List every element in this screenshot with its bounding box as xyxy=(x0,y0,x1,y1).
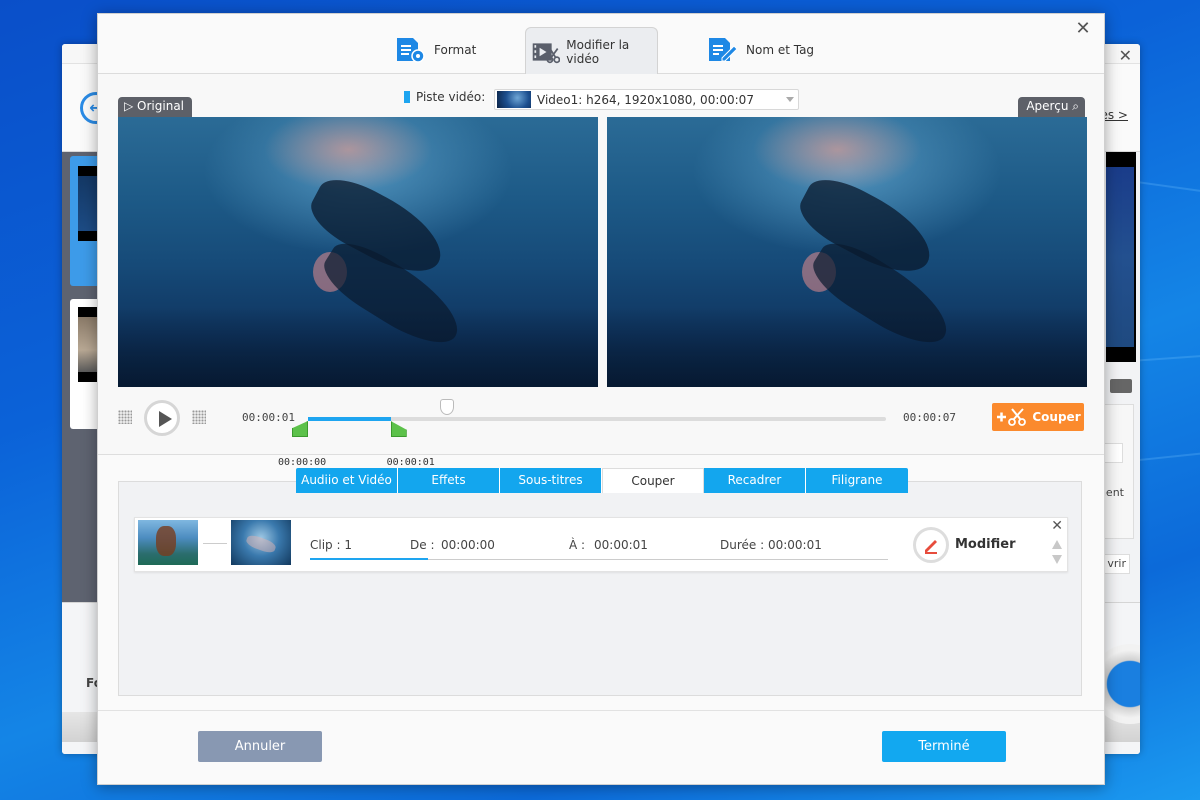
video-track-label: Piste vidéo: xyxy=(404,90,485,104)
clip-number: Clip : 1 xyxy=(310,538,352,552)
cut-button[interactable]: Couper xyxy=(992,403,1084,431)
tab-modifier-video-label: Modifier la vidéo xyxy=(566,37,630,66)
video-edit-dialog: ✕ Format Modifier la vidéo Nom et Tag ▷ … xyxy=(97,13,1105,785)
current-time: 00:00:01 xyxy=(242,411,295,424)
delete-clip-button[interactable]: ✕ xyxy=(1051,518,1063,534)
preview-label-text: Aperçu xyxy=(1026,99,1069,113)
drag-grip-icon[interactable] xyxy=(192,410,206,424)
background-preview-thumbnail xyxy=(1106,152,1136,362)
drag-grip-icon[interactable] xyxy=(118,410,132,424)
cancel-button[interactable]: Annuler xyxy=(198,731,322,762)
clip-end-thumbnail xyxy=(231,520,291,565)
desktop-wallpaper-streak xyxy=(1129,353,1200,362)
clip-start-thumbnail xyxy=(138,520,198,565)
modify-clip-button[interactable] xyxy=(913,527,949,563)
video-edit-icon xyxy=(532,42,561,63)
top-tab-bar: Format Modifier la vidéo Nom et Tag xyxy=(98,26,1104,75)
play-button[interactable] xyxy=(144,400,180,436)
clip-from-value: 00:00:00 xyxy=(441,538,495,552)
folder-icon[interactable] xyxy=(1110,379,1132,393)
tab-format[interactable]: Format xyxy=(394,26,476,74)
cut-button-label: Couper xyxy=(1032,410,1081,424)
clip-to-value: 00:00:01 xyxy=(594,538,648,552)
player-controls: 00:00:01 00:00:00 00:00:01 00:00:07 Coup… xyxy=(98,397,1104,468)
video-track-select[interactable]: Video1: h264, 1920x1080, 00:00:07 xyxy=(494,89,799,110)
track-select-value: Video1: h264, 1920x1080, 00:00:07 xyxy=(537,92,754,107)
trim-timeline[interactable]: 00:00:00 00:00:01 xyxy=(278,399,886,468)
trim-end-handle[interactable] xyxy=(390,421,407,437)
preview-video-frame xyxy=(607,117,1087,387)
tab-nom-tag-label: Nom et Tag xyxy=(746,43,815,57)
clip-row: Clip : 1 De : 00:00:00 À : 00:00:01 Duré… xyxy=(134,517,1068,572)
clip-to-label: À : xyxy=(569,538,586,552)
trim-selection xyxy=(308,417,391,421)
tab-couper[interactable]: Couper xyxy=(602,468,704,493)
clip-from-label: De : xyxy=(410,538,435,552)
move-down-icon[interactable] xyxy=(1052,555,1062,564)
tab-sous-titres[interactable]: Sous-titres xyxy=(500,468,602,493)
background-close-button[interactable]: ✕ xyxy=(1119,46,1132,65)
preview-label[interactable]: Aperçu ⌕ xyxy=(1018,97,1085,117)
tab-filigrane[interactable]: Filigrane xyxy=(806,468,908,493)
background-settings-box xyxy=(1099,404,1134,539)
pencil-icon xyxy=(925,540,937,554)
tab-audio-video[interactable]: Audiio et Vidéo xyxy=(296,468,398,493)
move-up-icon[interactable] xyxy=(1052,540,1062,549)
tab-nom-tag[interactable]: Nom et Tag xyxy=(706,26,814,74)
clip-duration: Durée : 00:00:01 xyxy=(720,538,822,552)
play-outline-icon: ▷ xyxy=(124,99,138,113)
track-label-text: Piste vidéo: xyxy=(416,90,486,104)
section-divider xyxy=(98,454,1104,455)
playhead-handle[interactable] xyxy=(439,399,454,415)
chevron-down-icon xyxy=(786,97,794,102)
tab-recadrer[interactable]: Recadrer xyxy=(704,468,806,493)
modify-clip-label[interactable]: Modifier xyxy=(955,537,1016,552)
original-label: ▷ Original xyxy=(118,97,193,117)
clip-progress xyxy=(310,558,888,560)
desktop-wallpaper-streak xyxy=(1129,450,1200,462)
add-scissors-icon xyxy=(997,408,1027,426)
original-video-frame xyxy=(118,117,598,387)
edit-tab-bar: Audiio et Vidéo Effets Sous-titres Coupe… xyxy=(296,468,908,493)
end-time: 00:00:07 xyxy=(903,411,956,424)
tab-format-label: Format xyxy=(434,43,477,57)
track-icon xyxy=(404,91,410,103)
name-tag-icon xyxy=(709,38,738,62)
dialog-footer: Annuler Terminé xyxy=(98,710,1104,784)
search-icon: ⌕ xyxy=(1072,99,1079,113)
original-label-text: Original xyxy=(137,99,185,113)
trim-start-time: 00:00:00 xyxy=(278,457,327,468)
tab-effets[interactable]: Effets xyxy=(398,468,500,493)
thumbnail-connector xyxy=(203,543,227,544)
clips-panel: Clip : 1 De : 00:00:00 À : 00:00:01 Duré… xyxy=(118,481,1082,696)
trim-end-time: 00:00:01 xyxy=(386,457,435,468)
track-thumbnail xyxy=(497,91,531,108)
desktop-wallpaper-streak xyxy=(1129,180,1200,195)
tab-modifier-video[interactable]: Modifier la vidéo xyxy=(525,27,658,75)
done-button[interactable]: Terminé xyxy=(882,731,1006,762)
format-settings-icon xyxy=(397,38,425,63)
